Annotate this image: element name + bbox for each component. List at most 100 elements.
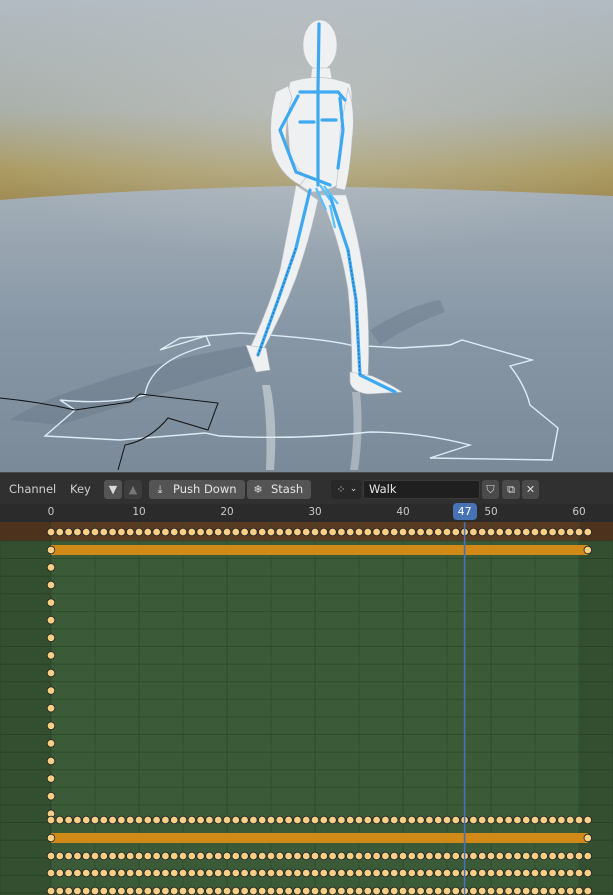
keyframe	[108, 868, 117, 878]
keyframe	[574, 815, 584, 825]
keyframe	[372, 868, 381, 878]
keyframe	[451, 886, 460, 895]
channel-menu[interactable]: Channel	[9, 482, 56, 496]
prev-keyframe-button[interactable]: ▼	[104, 480, 122, 499]
action-name-field[interactable]: Walk	[363, 480, 480, 499]
keyframe	[346, 527, 355, 537]
next-keyframe-button[interactable]: ▲	[124, 480, 142, 499]
keyframe	[90, 851, 100, 861]
keyframe	[530, 868, 540, 878]
keyframe	[73, 886, 82, 895]
keyframe	[161, 868, 170, 878]
keyframe	[222, 851, 232, 861]
keyframe	[513, 868, 522, 878]
keyframe	[205, 886, 214, 895]
keyframe	[55, 815, 64, 825]
keyframe	[213, 815, 223, 825]
keyframe	[99, 886, 108, 895]
keyframe	[486, 815, 496, 825]
keyframe	[522, 886, 531, 895]
channel-row	[0, 734, 613, 753]
dope-sheet-editor[interactable]: Channel Key ▼ ▲ ⤓ Push Down ❄ Stash ⁘ ⌄ …	[0, 472, 613, 895]
keyframe	[231, 527, 240, 537]
keyframe	[583, 527, 592, 537]
keyframe	[293, 527, 302, 537]
keyframe	[522, 815, 531, 825]
keyframe	[152, 527, 161, 537]
keyframe	[390, 868, 399, 878]
keyframe-channels[interactable]	[0, 522, 613, 895]
keyframe	[363, 527, 372, 537]
keyframe	[328, 886, 337, 895]
keyframe	[416, 527, 425, 537]
keyframe	[381, 868, 390, 878]
keyframe	[530, 886, 540, 895]
channel-row	[0, 716, 613, 736]
keyframe	[548, 851, 557, 861]
keyframe	[284, 851, 293, 861]
channel-row	[0, 646, 613, 665]
frame-tick-label: 10	[132, 506, 146, 518]
keyframe	[161, 851, 170, 861]
frame-tick-label: 50	[484, 506, 498, 518]
keyframe	[81, 868, 91, 878]
channel-row	[0, 611, 613, 630]
keyframe	[46, 545, 56, 555]
keyframe	[90, 815, 100, 825]
keyframe	[398, 868, 408, 878]
keyframe	[302, 527, 311, 537]
keyframe	[205, 868, 214, 878]
keyframe	[486, 868, 496, 878]
keyframe	[416, 886, 425, 895]
keyframe	[196, 815, 205, 825]
keyframe	[398, 851, 408, 861]
channel-row	[0, 698, 613, 718]
new-action-button[interactable]: ⧉	[502, 480, 520, 499]
snowflake-icon: ❄	[253, 483, 263, 496]
action-browse-dropdown[interactable]: ⁘ ⌄	[331, 480, 361, 499]
keyframe	[266, 868, 276, 878]
keyframe	[99, 868, 108, 878]
action-name: Walk	[369, 482, 397, 496]
push-down-button[interactable]: ⤓ Push Down	[149, 480, 245, 499]
frame-tick-label: 0	[47, 506, 55, 518]
keyframe	[346, 851, 355, 861]
keyframe	[266, 886, 276, 895]
timeline-ruler[interactable]: 0 10 20 30 40 50 60	[0, 504, 613, 522]
keyframe	[530, 527, 540, 537]
push-down-icon: ⤓	[157, 483, 163, 496]
keyframe	[354, 886, 364, 895]
keyframe	[81, 815, 91, 825]
channel-row	[0, 593, 613, 612]
keyframe	[319, 886, 328, 895]
keyframe	[407, 868, 416, 878]
keyframe	[293, 868, 302, 878]
keyframe	[178, 527, 188, 537]
keyframe	[161, 527, 170, 537]
channel-row	[0, 575, 613, 595]
fake-user-button[interactable]: ⛉	[482, 480, 499, 499]
keyframe	[187, 815, 196, 825]
keyframe	[337, 527, 346, 537]
keyframe	[442, 886, 452, 895]
keyframe	[275, 851, 284, 861]
hold-bar	[51, 545, 588, 555]
current-frame-indicator[interactable]: 47	[452, 503, 477, 520]
keyframe	[583, 545, 592, 555]
key-menu[interactable]: Key	[70, 482, 91, 496]
keyframe	[46, 580, 56, 590]
keyframe	[178, 886, 188, 895]
keyframe	[117, 527, 126, 537]
stash-button[interactable]: ❄ Stash	[247, 480, 311, 499]
unlink-action-button[interactable]: ✕	[522, 480, 539, 499]
keyframe	[64, 851, 73, 861]
keyframe	[407, 886, 416, 895]
channel-row	[0, 751, 613, 771]
keyframe	[302, 815, 311, 825]
keyframe	[275, 815, 284, 825]
keyframe	[46, 651, 56, 660]
keyframe	[284, 886, 293, 895]
keyframe	[222, 886, 232, 895]
3d-viewport[interactable]	[0, 0, 613, 472]
keyframe	[46, 598, 56, 607]
